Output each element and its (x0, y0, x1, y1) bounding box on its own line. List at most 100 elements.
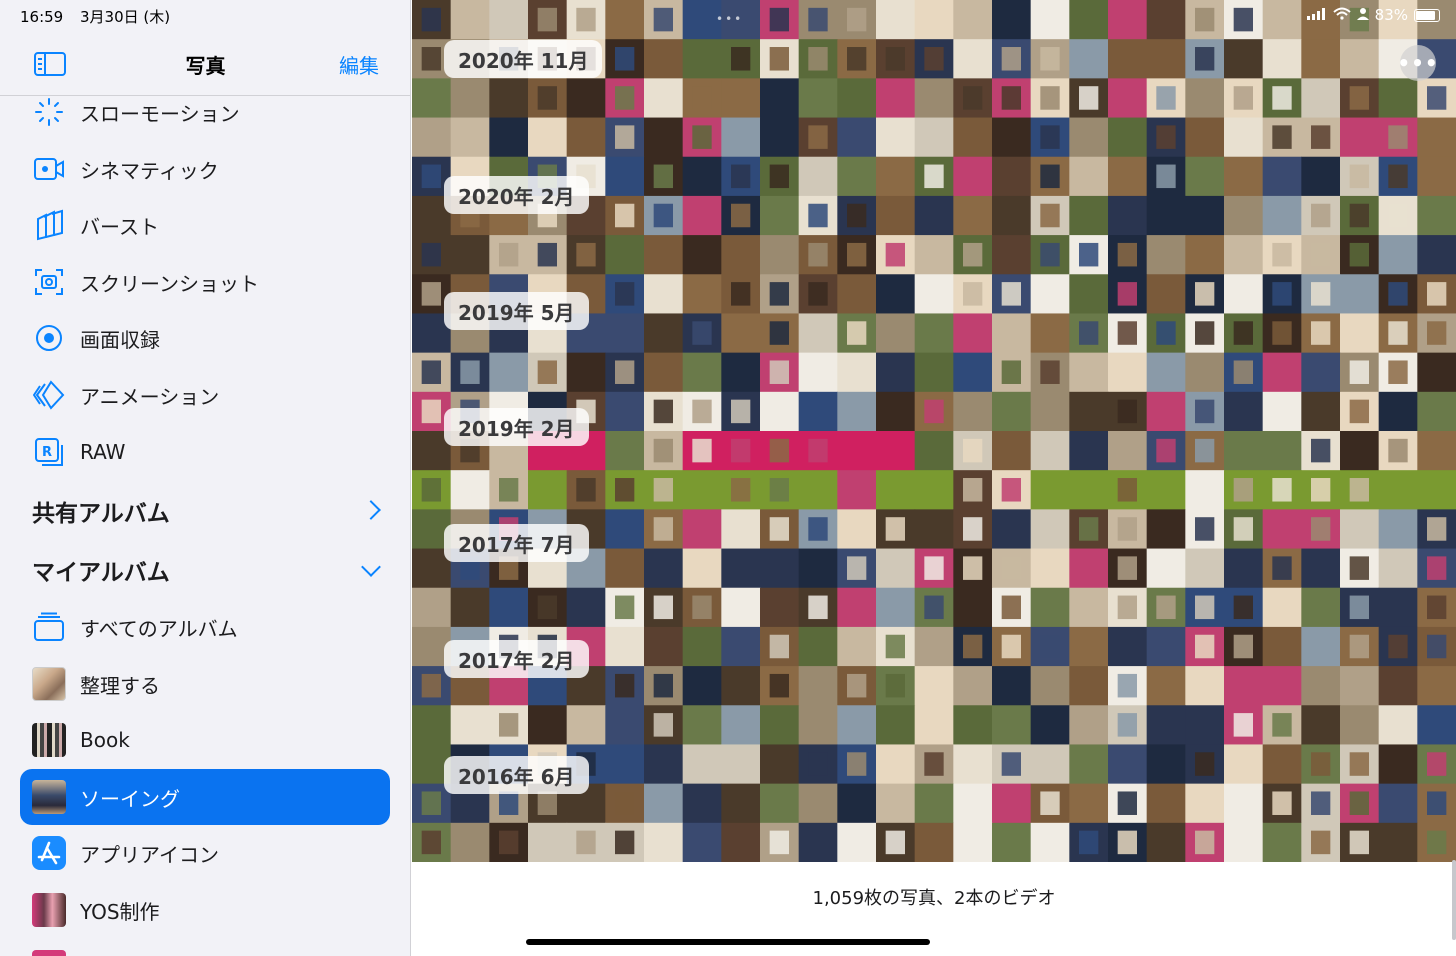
photo-tile[interactable] (1340, 39, 1380, 79)
photo-tile[interactable] (876, 195, 916, 236)
photo-tile[interactable] (644, 39, 684, 79)
photo-tile[interactable] (566, 587, 606, 628)
photo-tile[interactable] (1030, 274, 1070, 314)
photo-tile[interactable] (992, 783, 1032, 824)
photo-tile[interactable] (1146, 470, 1186, 510)
photo-tile[interactable] (876, 431, 916, 471)
photo-tile[interactable] (837, 470, 877, 510)
photo-tile[interactable] (1030, 822, 1070, 862)
photo-tile[interactable] (1224, 235, 1264, 275)
photo-tile[interactable] (1262, 0, 1302, 40)
photo-tile[interactable] (489, 352, 529, 393)
photo-tile[interactable] (914, 822, 954, 862)
album-book[interactable]: Book (20, 712, 390, 768)
photo-tile[interactable] (489, 78, 529, 119)
chevron-down-icon[interactable] (361, 557, 381, 577)
photo-tile[interactable] (953, 822, 993, 862)
photo-tile[interactable] (450, 705, 490, 745)
photo-tile[interactable] (1224, 391, 1264, 432)
photo-tile[interactable] (953, 39, 993, 79)
photo-tile[interactable] (953, 352, 993, 393)
photo-tile[interactable] (1185, 195, 1225, 236)
photo-tile[interactable] (1069, 548, 1109, 589)
photo-tile[interactable] (953, 156, 993, 197)
photo-tile[interactable] (682, 548, 722, 589)
photo-tile[interactable] (1417, 431, 1456, 471)
album-partial[interactable] (20, 939, 390, 956)
photo-tile[interactable] (876, 705, 916, 745)
photo-tile[interactable] (992, 391, 1032, 432)
photo-tile[interactable] (1262, 431, 1302, 471)
photo-tile[interactable] (1146, 509, 1186, 550)
photo-tile[interactable] (914, 235, 954, 275)
photo-tile[interactable] (682, 39, 722, 79)
photo-tile[interactable] (1378, 235, 1418, 275)
photo-tile[interactable] (1378, 822, 1418, 862)
photo-tile[interactable] (992, 666, 1032, 706)
photo-tile[interactable] (992, 822, 1032, 862)
photo-tile[interactable] (1262, 391, 1302, 432)
photo-tile[interactable] (1301, 666, 1341, 706)
photo-tile[interactable] (1417, 666, 1456, 706)
photo-tile[interactable] (992, 117, 1032, 158)
photo-tile[interactable] (1108, 626, 1148, 667)
photo-tile[interactable] (1146, 666, 1186, 706)
photo-tile[interactable] (1185, 470, 1225, 510)
photo-tile[interactable] (721, 352, 761, 393)
photo-tile[interactable] (682, 705, 722, 745)
photo-tile[interactable] (1417, 470, 1456, 510)
photo-tile[interactable] (1030, 431, 1070, 471)
more-button[interactable]: ••• (1397, 45, 1438, 81)
photo-tile[interactable] (528, 705, 568, 745)
photo-tile[interactable] (605, 391, 645, 432)
photo-tile[interactable] (1262, 509, 1302, 550)
photo-tile[interactable] (992, 431, 1032, 471)
photo-tile[interactable] (876, 391, 916, 432)
photo-tile[interactable] (1262, 744, 1302, 785)
photo-tile[interactable] (1030, 391, 1070, 432)
photo-tile[interactable] (644, 78, 684, 119)
photo-tile[interactable] (1340, 313, 1380, 354)
photo-tile[interactable] (1185, 548, 1225, 589)
photo-tile[interactable] (1262, 195, 1302, 236)
photo-tile[interactable] (644, 274, 684, 314)
photo-tile[interactable] (992, 509, 1032, 550)
photo-tile[interactable] (1224, 39, 1264, 79)
photo-tile[interactable] (1069, 195, 1109, 236)
photo-tile[interactable] (566, 352, 606, 393)
photo-tile[interactable] (992, 705, 1032, 745)
photo-tile[interactable] (760, 195, 800, 236)
photo-tile[interactable] (682, 666, 722, 706)
photo-tile[interactable] (837, 274, 877, 314)
edit-button[interactable]: 編集 (339, 50, 379, 79)
photo-tile[interactable] (1030, 705, 1070, 745)
photo-tile[interactable] (450, 235, 490, 275)
photo-tile[interactable] (876, 587, 916, 628)
photo-tile[interactable] (1146, 39, 1186, 79)
year-label[interactable]: 2017年 2月 (444, 640, 589, 678)
sidebar-item-screenshot[interactable]: スクリーンショット (20, 254, 390, 310)
photo-tile[interactable] (1224, 274, 1264, 314)
photo-tile[interactable] (837, 822, 877, 862)
photo-tile[interactable] (837, 391, 877, 432)
photo-tile[interactable] (876, 548, 916, 589)
photo-tile[interactable] (1108, 352, 1148, 393)
photo-tile[interactable] (682, 509, 722, 550)
photo-tile[interactable] (1224, 431, 1264, 471)
photo-tile[interactable] (1262, 39, 1302, 79)
photo-tile[interactable] (721, 783, 761, 824)
photo-tile[interactable] (721, 666, 761, 706)
photo-tile[interactable] (837, 156, 877, 197)
photo-tile[interactable] (1224, 156, 1264, 197)
photo-tile[interactable] (1417, 156, 1456, 197)
photo-tile[interactable] (1301, 78, 1341, 119)
photo-tile[interactable] (1378, 705, 1418, 745)
photo-tile[interactable] (992, 195, 1032, 236)
photo-tile[interactable] (798, 666, 838, 706)
photo-tile[interactable] (605, 626, 645, 667)
photo-tile[interactable] (566, 705, 606, 745)
photo-tile[interactable] (992, 0, 1032, 40)
photo-tile[interactable] (1224, 666, 1264, 706)
photo-tile[interactable] (1417, 391, 1456, 432)
photo-tile[interactable] (837, 783, 877, 824)
